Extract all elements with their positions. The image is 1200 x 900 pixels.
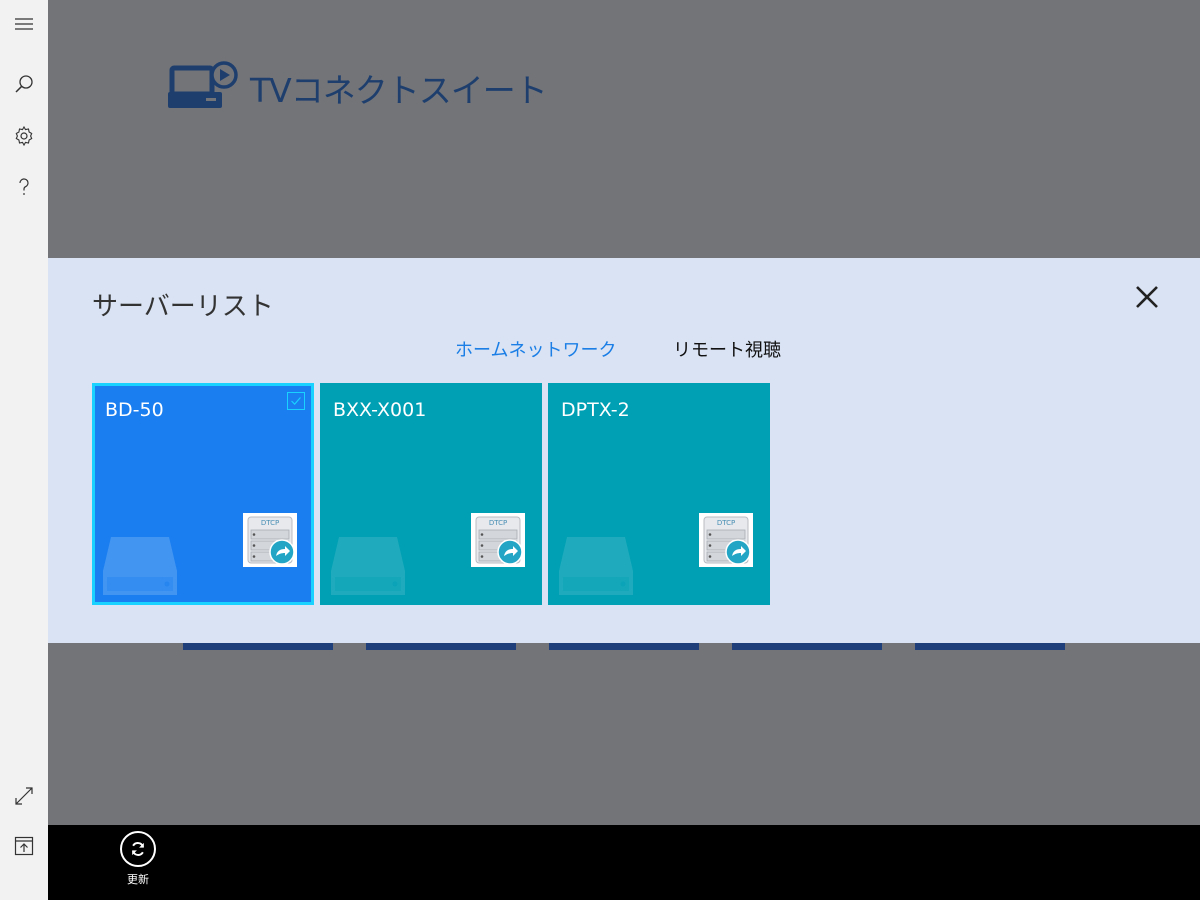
hard-drive-icon	[559, 537, 633, 595]
background-tile	[732, 643, 882, 650]
background-tile	[183, 643, 333, 650]
app-title: TVコネクトスイート	[250, 71, 548, 110]
server-list-panel: サーバーリスト ホームネットワーク リモート視聴 BD-50 DTCP BXX-…	[48, 258, 1200, 643]
server-name: BD-50	[105, 399, 164, 421]
command-bar: 更新	[48, 825, 1200, 900]
server-tile[interactable]: BXX-X001 DTCP	[320, 383, 542, 605]
background-tile	[366, 643, 516, 650]
dtcp-server-icon: DTCP	[699, 513, 753, 567]
checkmark-icon	[287, 392, 305, 410]
hard-drive-icon	[331, 537, 405, 595]
help-icon[interactable]	[0, 163, 48, 211]
server-tile[interactable]: DPTX-2 DTCP	[548, 383, 770, 605]
close-icon[interactable]	[1132, 282, 1162, 312]
server-tile[interactable]: BD-50 DTCP	[92, 383, 314, 605]
svg-text:DTCP: DTCP	[261, 519, 279, 527]
dtcp-server-icon: DTCP	[243, 513, 297, 567]
refresh-icon	[120, 831, 156, 867]
panel-title: サーバーリスト	[92, 292, 274, 322]
search-icon[interactable]	[0, 60, 48, 108]
server-name: DPTX-2	[561, 399, 630, 421]
tab-remote-viewing[interactable]: リモート視聴	[673, 336, 781, 362]
server-name: BXX-X001	[333, 399, 427, 421]
gear-icon[interactable]	[0, 112, 48, 160]
hard-drive-icon	[103, 537, 177, 595]
expand-icon[interactable]	[0, 772, 48, 820]
svg-text:DTCP: DTCP	[489, 519, 507, 527]
refresh-label: 更新	[127, 873, 149, 886]
svg-text:DTCP: DTCP	[717, 519, 735, 527]
refresh-button[interactable]: 更新	[118, 831, 158, 887]
upload-icon[interactable]	[0, 822, 48, 870]
dtcp-server-icon: DTCP	[471, 513, 525, 567]
left-rail	[0, 0, 48, 900]
tab-home-network[interactable]: ホームネットワーク	[455, 336, 616, 362]
hamburger-menu-icon[interactable]	[0, 0, 48, 48]
background-tile	[915, 643, 1065, 650]
tv-connect-logo-icon	[168, 61, 238, 108]
background-tile	[549, 643, 699, 650]
